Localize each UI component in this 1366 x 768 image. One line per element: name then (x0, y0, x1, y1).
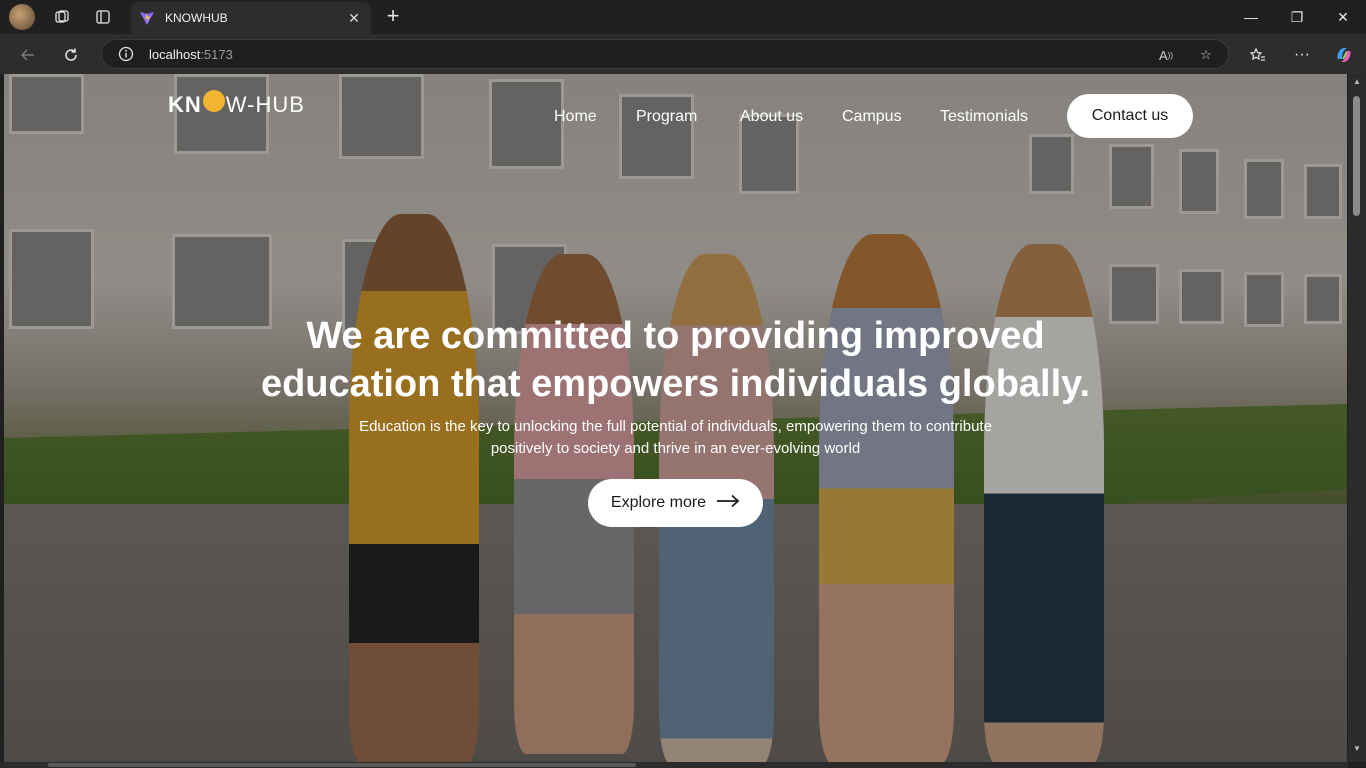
site-logo[interactable]: KN W-HUB (168, 90, 305, 118)
horizontal-scroll-thumb[interactable] (48, 763, 636, 767)
tab-bar: KNOWHUB ✕ + — ❐ ✕ (0, 0, 1366, 34)
nav-about-us[interactable]: About us (740, 108, 803, 126)
scroll-thumb[interactable] (1353, 96, 1360, 216)
favorite-star-icon[interactable]: ☆ (1196, 45, 1216, 65)
tab-title: KNOWHUB (165, 11, 228, 25)
scroll-up-icon[interactable]: ▲ (1352, 77, 1362, 87)
vertical-scrollbar[interactable]: ▲ ▼ (1348, 74, 1366, 762)
read-aloud-icon[interactable]: A)) (1156, 45, 1176, 65)
hero-subtitle-line2: positively to society and thrive in an e… (490, 440, 861, 457)
scroll-down-icon[interactable]: ▼ (1352, 744, 1362, 754)
nav-campus[interactable]: Campus (842, 108, 902, 126)
active-tab[interactable]: KNOWHUB ✕ (131, 2, 371, 34)
hero-section: KN W-HUB Home Program About us Campus Te… (4, 74, 1347, 762)
plus-icon[interactable]: + (381, 5, 405, 29)
horizontal-scrollbar[interactable] (0, 762, 1348, 768)
info-icon[interactable] (118, 46, 134, 62)
explore-more-label: Explore more (610, 494, 707, 511)
lightbulb-icon (202, 90, 225, 112)
url-text: localhost:5173 (149, 47, 233, 62)
restore-icon[interactable]: ❐ (1274, 0, 1320, 34)
nav-program[interactable]: Program (636, 108, 697, 126)
arrow-right-icon (716, 494, 740, 513)
close-icon[interactable]: ✕ (345, 9, 363, 27)
url-port: :5173 (200, 47, 233, 62)
hero-headline: We are committed to providing improved e… (4, 312, 1347, 408)
refresh-icon[interactable] (58, 42, 84, 68)
profile-avatar[interactable] (9, 4, 35, 30)
hero-headline-line1: We are committed to providing improved (306, 315, 1045, 357)
logo-text-start: KN (168, 92, 202, 117)
favorites-icon[interactable] (1245, 42, 1271, 68)
tab-actions-icon[interactable] (91, 5, 115, 29)
hero-subtitle: Education is the key to unlocking the fu… (4, 416, 1347, 460)
close-window-icon[interactable]: ✕ (1320, 0, 1366, 34)
page-viewport: KN W-HUB Home Program About us Campus Te… (0, 74, 1366, 768)
workspaces-icon[interactable] (50, 5, 74, 29)
minimize-icon[interactable]: — (1228, 0, 1274, 34)
logo-text-end: W-HUB (225, 92, 305, 117)
nav-testimonials[interactable]: Testimonials (940, 108, 1028, 126)
hero-headline-line2: education that empowers individuals glob… (260, 363, 1091, 405)
contact-us-button[interactable]: Contact us (1067, 94, 1193, 138)
back-icon[interactable] (15, 42, 41, 68)
vite-favicon (139, 10, 155, 26)
browser-toolbar: localhost:5173 A)) ☆ ··· (0, 34, 1366, 74)
url-host: localhost (149, 47, 201, 62)
hero-subtitle-line1: Education is the key to unlocking the fu… (359, 418, 992, 435)
address-bar[interactable]: localhost:5173 A)) ☆ (101, 39, 1229, 69)
copilot-icon[interactable] (1331, 42, 1357, 68)
more-icon[interactable]: ··· (1289, 42, 1315, 68)
nav-home[interactable]: Home (554, 108, 597, 126)
explore-more-button[interactable]: Explore more (588, 479, 763, 527)
